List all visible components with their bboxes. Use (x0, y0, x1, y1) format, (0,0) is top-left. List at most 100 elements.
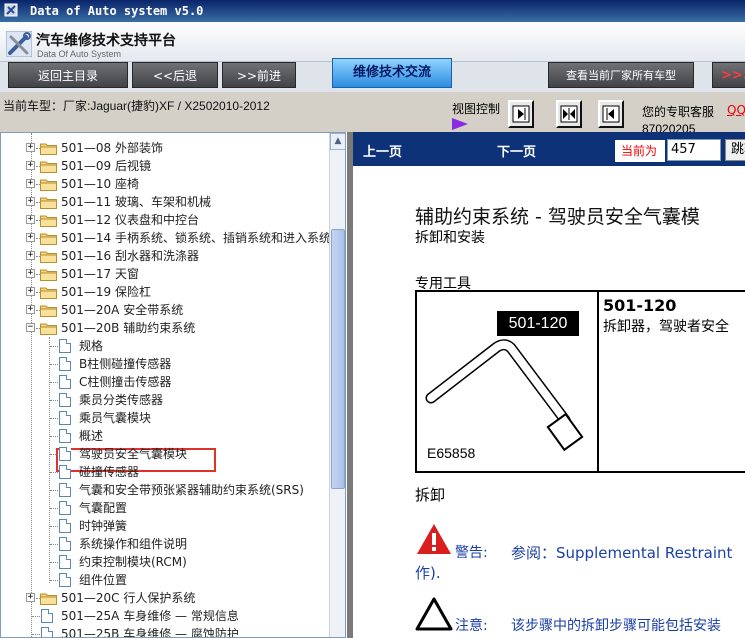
tree-item[interactable]: 乘员气囊模块 (1, 409, 329, 427)
document-icon (59, 465, 71, 479)
jump-button[interactable]: 跳转 (725, 139, 745, 161)
tree-item[interactable]: 乘员分类传感器 (1, 391, 329, 409)
document-icon (59, 393, 71, 407)
tree-item-label: 501—14 手柄系统、锁系统、插销系统和进入系统 (61, 231, 329, 245)
tree-connector (50, 580, 58, 581)
tree-folder[interactable]: +501—16 刮水器和洗涤器 (1, 247, 329, 265)
tree-item-label: 气囊配置 (79, 501, 128, 515)
expand-icon[interactable]: + (26, 593, 35, 602)
folder-icon (40, 215, 57, 227)
expand-icon[interactable]: + (26, 287, 35, 296)
current-vehicle: 当前车型：厂家:Jaguar(捷豹)XF / X2502010-2012 (3, 99, 270, 113)
removal-heading: 拆卸 (415, 486, 446, 504)
expand-icon[interactable]: + (26, 305, 35, 314)
back-button[interactable]: <<后退 (132, 62, 218, 88)
tree-item[interactable]: 约束控制模块(RCM) (1, 553, 329, 571)
view-left-pane-button[interactable] (598, 100, 624, 128)
tab-repair-forum[interactable]: 维修技术交流 (332, 58, 452, 88)
more-button[interactable]: >>> (712, 62, 745, 88)
prev-page-link[interactable]: 上一页 (363, 141, 402, 160)
folder-icon (40, 269, 57, 281)
tree-folder[interactable]: +501—19 保险杠 (1, 283, 329, 301)
expand-icon[interactable]: + (26, 179, 35, 188)
brand-title: 汽车维修技术支持平台 (36, 33, 176, 49)
document-icon (59, 537, 71, 551)
tree-folder[interactable]: +501—17 天窗 (1, 265, 329, 283)
tree-connector (36, 310, 40, 311)
tree-folder[interactable]: +501—09 后视镜 (1, 157, 329, 175)
tree-item[interactable]: C柱侧撞击传感器 (1, 373, 329, 391)
expand-icon[interactable]: + (26, 215, 35, 224)
tree-connector (36, 238, 40, 239)
folder-icon (40, 161, 57, 173)
tree-folder[interactable]: +501—14 手柄系统、锁系统、插销系统和进入系统 (1, 229, 329, 247)
expand-icon[interactable]: + (26, 233, 35, 242)
document-icon (59, 357, 71, 371)
tree-folder[interactable]: +501—20C 行人保护系统 (1, 589, 329, 607)
tree-folder[interactable]: +501—12 仪表盘和中控台 (1, 211, 329, 229)
next-page-link[interactable]: 下一页 (497, 141, 536, 160)
expand-icon[interactable]: + (26, 269, 35, 278)
category-tree: +501—08 外部装饰 +501—09 后视镜 +501—10 座椅 +501—11… (1, 133, 329, 638)
tree-item[interactable]: 碰撞传感器 (1, 463, 329, 481)
tree-item-label: 乘员气囊模块 (79, 411, 152, 425)
tree-folder[interactable]: − 501—20B 辅助约束系统 (1, 319, 329, 337)
tree-item[interactable]: 驾驶员安全气囊模块 (1, 445, 329, 463)
tree-item[interactable]: 气囊配置 (1, 499, 329, 517)
tree-connector (36, 292, 40, 293)
tree-item-label: 501—19 保险杠 (61, 285, 151, 299)
qq-link[interactable]: QQ (727, 103, 745, 117)
warning-text: 参阅：Supplemental Restraint (511, 542, 732, 563)
home-button[interactable]: 返回主目录 (8, 62, 128, 88)
view-right-pane-button[interactable] (508, 100, 534, 128)
document-subtitle: 拆卸和安装 (415, 230, 485, 246)
tree-scrollbar[interactable]: ▲ (329, 133, 345, 637)
tree-connector (36, 184, 40, 185)
collapse-icon[interactable]: − (26, 323, 35, 332)
tree-item[interactable]: 规格 (1, 337, 329, 355)
tree-folder[interactable]: +501—20A 安全带系统 (1, 301, 329, 319)
expand-icon[interactable]: + (26, 161, 35, 170)
tree-item-label: 501—12 仪表盘和中控台 (61, 213, 199, 227)
document-icon (59, 501, 71, 515)
forward-button[interactable]: >>前进 (222, 62, 296, 88)
tree-item[interactable]: 系统操作和组件说明 (1, 535, 329, 553)
tool-image-number: E65858 (427, 445, 476, 461)
folder-icon (40, 287, 57, 299)
tree-folder[interactable]: +501—11 玻璃、车架和机械 (1, 193, 329, 211)
tree-item-label: 501—25B 车身维修 — 腐蚀防护 (61, 627, 239, 638)
tree-item-label: B柱侧碰撞传感器 (79, 357, 172, 371)
page-number-input[interactable]: 457 (667, 139, 721, 161)
tree-item[interactable]: 501—25B 车身维修 — 腐蚀防护 (1, 625, 329, 638)
window-title-bar: Data of Auto system v5.0 (0, 0, 745, 22)
expand-icon[interactable]: + (26, 197, 35, 206)
current-page-label: 当前为 (615, 140, 665, 162)
tree-item[interactable]: B柱侧碰撞传感器 (1, 355, 329, 373)
document-toolbar: 上一页 下一页 当前为 457 跳转 (353, 132, 745, 166)
tree-folder[interactable]: +501—10 座椅 (1, 175, 329, 193)
expand-icon[interactable]: + (26, 143, 35, 152)
tool-id: 501-120 (603, 296, 677, 315)
tree-item[interactable]: 501—25A 车身维修 — 常规信息 (1, 607, 329, 625)
scroll-thumb[interactable] (331, 229, 345, 489)
warning-reference[interactable]: 参阅：Supplemental Restraint (511, 544, 732, 562)
expand-icon[interactable]: + (26, 251, 35, 260)
tree-item[interactable]: 组件位置 (1, 571, 329, 589)
scroll-up-arrow-icon[interactable]: ▲ (330, 133, 345, 150)
table-divider (597, 292, 599, 473)
tree-item[interactable]: 气囊和安全带预张紧器辅助约束系统(SRS) (1, 481, 329, 499)
tree-pane: +501—08 外部装饰 +501—09 后视镜 +501—10 座椅 +501—11… (0, 132, 346, 638)
tree-folder[interactable]: +501—08 外部装饰 (1, 139, 329, 157)
tree-item-label: 气囊和安全带预张紧器辅助约束系统(SRS) (79, 483, 304, 497)
tree-item-label: 乘员分类传感器 (79, 393, 164, 407)
view-all-models-button[interactable]: 查看当前厂家所有车型 (548, 62, 694, 88)
tree-item[interactable]: 概述 (1, 427, 329, 445)
tree-item-label: 501—20C 行人保护系统 (61, 591, 196, 605)
tree-connector (50, 508, 58, 509)
tree-item[interactable]: 时钟弹簧 (1, 517, 329, 535)
tree-connector (50, 526, 58, 527)
tree-item-label: 501—20B 辅助约束系统 (61, 321, 196, 335)
tree-item-label: 时钟弹簧 (79, 519, 128, 533)
view-split-button[interactable] (556, 100, 582, 128)
tree-item-label: 规格 (79, 339, 104, 353)
